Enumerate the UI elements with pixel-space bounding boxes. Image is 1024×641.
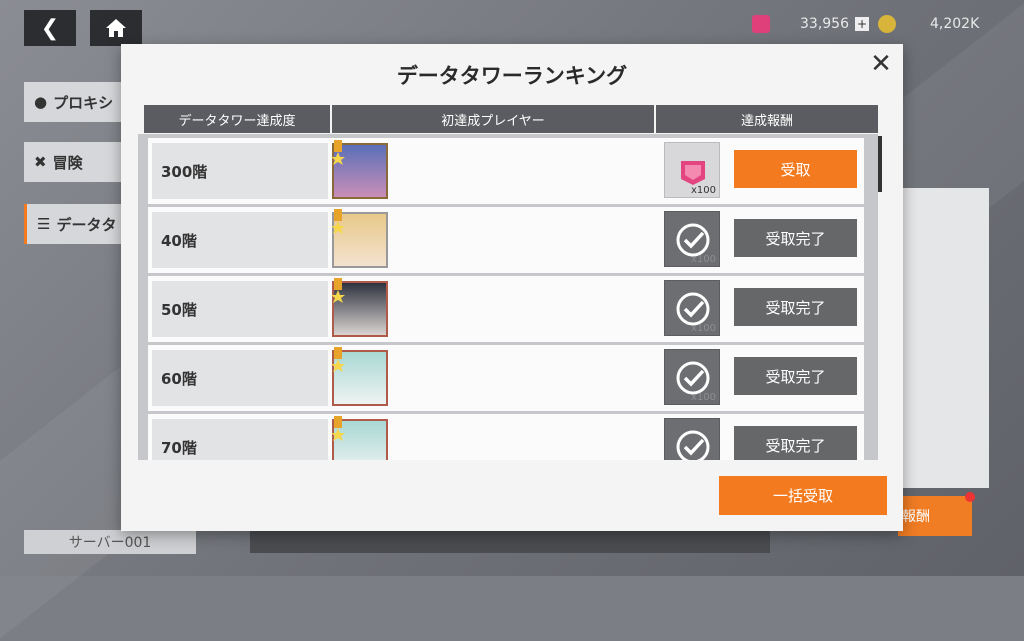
floor-label: 50階 [152,281,328,337]
table-row: 40階 x100 受取完了 [148,207,864,273]
back-button[interactable]: ❮ [24,10,76,46]
reward-item-claimed: x100 [664,211,720,267]
currency-gold: 4,202K [878,12,979,36]
ranking-list[interactable]: 300階 x100 受取 40階 x100 受取完了 50階 x100 受取完了… [138,134,878,460]
pink-gem-icon [681,161,705,185]
reward-item-claimed: x100 [664,349,720,405]
column-header-first-player: 初達成プレイヤー [332,105,654,133]
layers-icon: ☰ [37,215,51,233]
home-button[interactable] [90,10,142,46]
reward-item-claimed: x100 [664,418,720,460]
sidebar-item-proxy[interactable]: ● プロキシ [24,82,128,122]
home-icon [106,19,126,37]
claimed-button: 受取完了 [734,426,857,460]
close-icon: ✕ [870,49,892,79]
medal-icon [330,140,346,166]
medal-icon [330,347,346,373]
medal-icon [330,278,346,304]
reward-item[interactable]: x100 [664,142,720,198]
ranking-dialog: データタワーランキング ✕ データタワー達成度 初達成プレイヤー 達成報酬 30… [121,44,903,531]
claim-button[interactable]: 受取 [734,150,857,188]
claimed-button: 受取完了 [734,357,857,395]
floor-label: 300階 [152,143,328,199]
add-gems-button[interactable]: + [855,17,869,31]
sidebar-item-label: 冒険 [52,153,83,172]
reward-item-claimed: x100 [664,280,720,336]
reward-count: x100 [690,323,716,334]
medal-icon [330,209,346,235]
column-header-progress: データタワー達成度 [144,105,330,133]
reward-count: x100 [690,185,716,196]
sidebar-item-adventure[interactable]: ✖ 冒険 [24,142,128,182]
check-circle-icon [676,430,710,460]
reward-count: x100 [690,254,716,265]
background-reward-button[interactable]: 報酬 [898,496,972,536]
server-label: サーバー001 [24,530,196,554]
reward-count: x100 [690,392,716,403]
table-row: 70階 x100 受取完了 [148,414,864,460]
sidebar-item-datatower[interactable]: ☰ データタ [24,204,128,244]
dialog-title: データタワーランキング [396,64,628,88]
floor-label: 70階 [152,419,328,460]
claimed-button: 受取完了 [734,219,857,257]
scrollbar[interactable] [878,136,882,192]
background-panel [903,188,989,488]
column-header-reward: 達成報酬 [656,105,878,133]
currency-gems-value: 33,956 [800,16,849,32]
swords-icon: ✖ [34,153,47,171]
gem-icon [752,15,770,33]
background-panel [250,531,770,553]
check-circle-icon [676,223,710,257]
bulk-claim-button[interactable]: 一括受取 [719,476,887,515]
gold-coin-icon [878,15,896,33]
table-row: 50階 x100 受取完了 [148,276,864,342]
currency-gold-value: 4,202K [930,16,980,32]
floor-label: 60階 [152,350,328,406]
background-reward-label: 報酬 [902,509,930,525]
proxy-icon: ● [34,93,48,111]
sidebar-item-label: プロキシ [53,93,114,112]
medal-icon [330,416,346,442]
table-row: 300階 x100 受取 [148,138,864,204]
table-header: データタワー達成度 初達成プレイヤー 達成報酬 [144,105,878,133]
check-circle-icon [676,361,710,395]
floor-label: 40階 [152,212,328,268]
close-button[interactable]: ✕ [869,49,893,79]
claimed-button: 受取完了 [734,288,857,326]
notification-badge [965,492,975,502]
currency-gems: 33,956 + [752,12,869,36]
table-row: 60階 x100 受取完了 [148,345,864,411]
back-arrow-icon: ❮ [40,15,60,41]
check-circle-icon [676,292,710,326]
sidebar-item-label: データタ [56,215,117,234]
